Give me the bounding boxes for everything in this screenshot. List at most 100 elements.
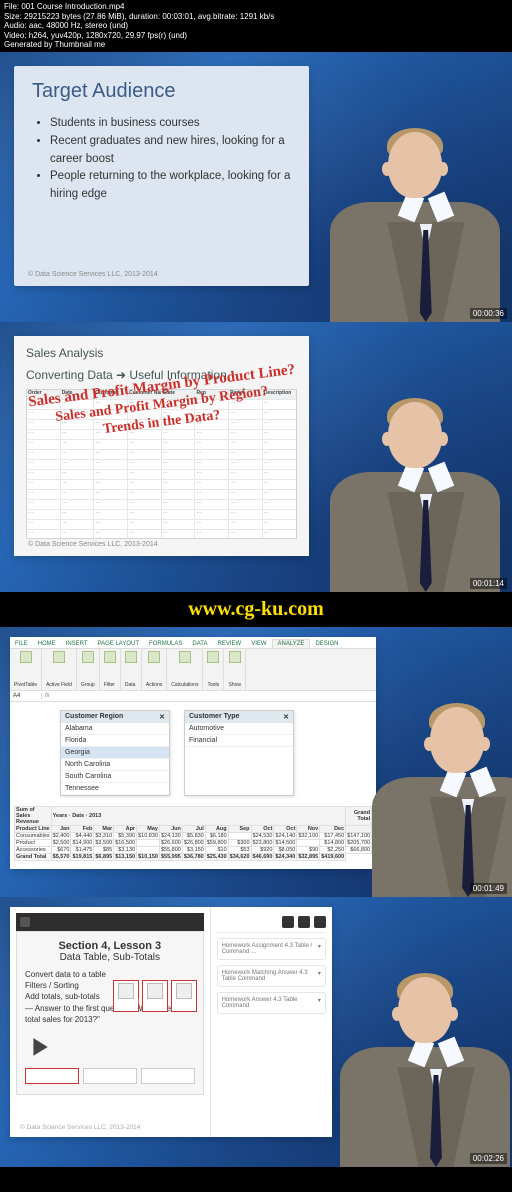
ribbon-group[interactable]: Data bbox=[121, 649, 142, 690]
ribbon-tab[interactable]: HOME bbox=[33, 640, 61, 648]
thumbnail-frame-1: Target Audience Students in business cou… bbox=[0, 52, 512, 322]
slide-title: Target Audience bbox=[32, 80, 291, 103]
presenter bbox=[382, 627, 512, 897]
meta-generator: Generated by Thumbnail me bbox=[4, 40, 508, 50]
ribbon-group[interactable]: Calculations bbox=[167, 649, 203, 690]
slicer-customer-region[interactable]: Customer Region ✕ AlabamaFloridaGeorgiaNo… bbox=[60, 710, 170, 796]
presenter bbox=[317, 52, 512, 322]
section-subtitle: Data Table, Sub-Totals bbox=[25, 952, 195, 963]
ribbon-icon[interactable] bbox=[82, 651, 94, 663]
play-icon[interactable] bbox=[29, 1036, 51, 1058]
copyright: © Data Science Services LLC, 2013-2014 bbox=[28, 271, 158, 278]
bullet-list: Students in business courses Recent grad… bbox=[50, 115, 291, 204]
bullet-item: Students in business courses bbox=[50, 115, 291, 133]
lms-slide: Section 4, Lesson 3 Data Table, Sub-Tota… bbox=[10, 907, 332, 1137]
clear-filter-icon[interactable]: ✕ bbox=[283, 713, 289, 721]
ribbon-group[interactable]: Tools bbox=[203, 649, 224, 690]
ribbon-icon[interactable] bbox=[148, 651, 160, 663]
excel-window: FILEHOMEINSERTPAGE LAYOUTFORMULASDATAREV… bbox=[10, 637, 376, 869]
logo-icon bbox=[20, 917, 30, 927]
thumbnail-frame-4: Section 4, Lesson 3 Data Table, Sub-Tota… bbox=[0, 897, 512, 1167]
slicer-title: Customer Region bbox=[65, 713, 123, 721]
ribbon-group[interactable]: PivotTable bbox=[10, 649, 42, 690]
slide-header-1: Sales Analysis bbox=[26, 346, 297, 362]
nav-icon[interactable] bbox=[282, 916, 294, 928]
watermark: www.cg-ku.com bbox=[0, 592, 512, 627]
ribbon-tab[interactable]: VIEW bbox=[246, 640, 271, 648]
homework-card[interactable]: Homework Answer 4.3 Table Command▾ bbox=[217, 992, 326, 1014]
ribbon-icon[interactable] bbox=[125, 651, 137, 663]
ribbon-icon[interactable] bbox=[104, 651, 116, 663]
meta-size: Size: 29215223 bytes (27.86 MiB), durati… bbox=[4, 12, 508, 22]
ribbon-tab[interactable]: FILE bbox=[10, 640, 33, 648]
slicer-item[interactable]: North Carolina bbox=[61, 759, 169, 771]
ribbon-group[interactable]: Actions bbox=[142, 649, 167, 690]
homework-card[interactable]: Homework Matching Answer 4.3 Table Comma… bbox=[217, 965, 326, 987]
name-box[interactable]: A4 bbox=[10, 693, 42, 699]
media-info-header: File: 001 Course Introduction.mp4 Size: … bbox=[0, 0, 512, 52]
ribbon-group[interactable]: Filter bbox=[100, 649, 121, 690]
presenter bbox=[338, 897, 512, 1167]
chevron-down-icon[interactable]: ▾ bbox=[318, 943, 321, 955]
timestamp: 00:01:49 bbox=[470, 883, 507, 894]
ribbon-tab[interactable]: DESIGN bbox=[310, 640, 343, 648]
clear-filter-icon[interactable]: ✕ bbox=[159, 713, 165, 721]
thumbnail-frame-3: FILEHOMEINSERTPAGE LAYOUTFORMULASDATAREV… bbox=[0, 627, 512, 897]
section-title: Section 4, Lesson 3 bbox=[25, 940, 195, 952]
formula-bar[interactable]: A4 fx bbox=[10, 691, 376, 702]
slicer-item[interactable]: Florida bbox=[61, 735, 169, 747]
settings-icon[interactable] bbox=[314, 916, 326, 928]
sidebar-panel: Homework Assignment 4.3 Table / Command … bbox=[210, 907, 332, 1137]
slicer-item[interactable]: South Carolina bbox=[61, 771, 169, 783]
slicer-customer-type[interactable]: Customer Type ✕ AutomotiveFinancial bbox=[184, 710, 294, 796]
slicer-item[interactable]: Financial bbox=[185, 735, 293, 747]
presenter bbox=[317, 322, 512, 592]
ribbon-tab[interactable]: INSERT bbox=[61, 640, 93, 648]
slicer-item[interactable]: Georgia bbox=[61, 747, 169, 759]
option-box[interactable]: Total Row bbox=[25, 1068, 79, 1084]
ribbon-icon[interactable] bbox=[53, 651, 65, 663]
pivot-table[interactable]: Sum of Sales RevenueYears · Date · 2013G… bbox=[10, 804, 376, 863]
bullet-item: Recent graduates and new hires, looking … bbox=[50, 133, 291, 169]
timestamp: 00:00:36 bbox=[470, 308, 507, 319]
slicer-item[interactable]: Tennessee bbox=[61, 783, 169, 795]
ribbon-icon[interactable] bbox=[179, 651, 191, 663]
ribbon-group[interactable]: Show bbox=[224, 649, 246, 690]
ribbon-tab[interactable]: ANALYZE bbox=[272, 639, 311, 648]
slide-target-audience: Target Audience Students in business cou… bbox=[14, 66, 309, 286]
ribbon-tab[interactable]: PAGE LAYOUT bbox=[93, 640, 144, 648]
bullet-item: People returning to the workplace, looki… bbox=[50, 168, 291, 204]
option-box[interactable]: First Column bbox=[83, 1068, 137, 1084]
ribbon-group[interactable]: Active Field bbox=[42, 649, 77, 690]
style-icon[interactable]: Conditional Formatting bbox=[113, 980, 139, 1012]
timestamp: 00:02:26 bbox=[470, 1153, 507, 1164]
fx-label: fx bbox=[42, 693, 53, 699]
meta-audio: Audio: aac, 48000 Hz, stereo (und) bbox=[4, 21, 508, 31]
chat-icon[interactable] bbox=[298, 916, 310, 928]
ribbon-tab[interactable]: DATA bbox=[187, 640, 212, 648]
meta-file: File: 001 Course Introduction.mp4 bbox=[4, 2, 508, 12]
style-icon[interactable]: Cell Styles bbox=[171, 980, 197, 1012]
style-icon[interactable]: Format as Table bbox=[142, 980, 168, 1012]
ribbon-tabs[interactable]: FILEHOMEINSERTPAGE LAYOUTFORMULASDATAREV… bbox=[10, 637, 376, 649]
ribbon-body[interactable]: PivotTableActive FieldGroupFilterDataAct… bbox=[10, 649, 376, 691]
chevron-down-icon[interactable]: ▾ bbox=[318, 997, 321, 1009]
timestamp: 00:01:14 bbox=[470, 578, 507, 589]
ribbon-icon[interactable] bbox=[229, 651, 241, 663]
ribbon-icon[interactable] bbox=[20, 651, 32, 663]
slicer-item[interactable]: Alabama bbox=[61, 723, 169, 735]
ribbon-tab[interactable]: REVIEW bbox=[213, 640, 247, 648]
thumbnail-frame-2: Sales Analysis Converting Data ➜ Useful … bbox=[0, 322, 512, 592]
slide-sales-analysis: Sales Analysis Converting Data ➜ Useful … bbox=[14, 336, 309, 556]
chevron-down-icon[interactable]: ▾ bbox=[318, 970, 321, 982]
video-title-bar bbox=[16, 913, 204, 931]
ribbon-group[interactable]: Group bbox=[77, 649, 100, 690]
copyright: © Data Science Services LLC, 2013-2014 bbox=[28, 541, 158, 548]
slicer-title: Customer Type bbox=[189, 713, 239, 721]
ribbon-tab[interactable]: FORMULAS bbox=[144, 640, 187, 648]
ribbon-icon[interactable] bbox=[207, 651, 219, 663]
slicer-item[interactable]: Automotive bbox=[185, 723, 293, 735]
homework-card[interactable]: Homework Assignment 4.3 Table / Command … bbox=[217, 938, 326, 960]
copyright: © Data Science Services LLC, 2013-2014 bbox=[20, 1124, 140, 1131]
option-box[interactable]: Last Column bbox=[141, 1068, 195, 1084]
